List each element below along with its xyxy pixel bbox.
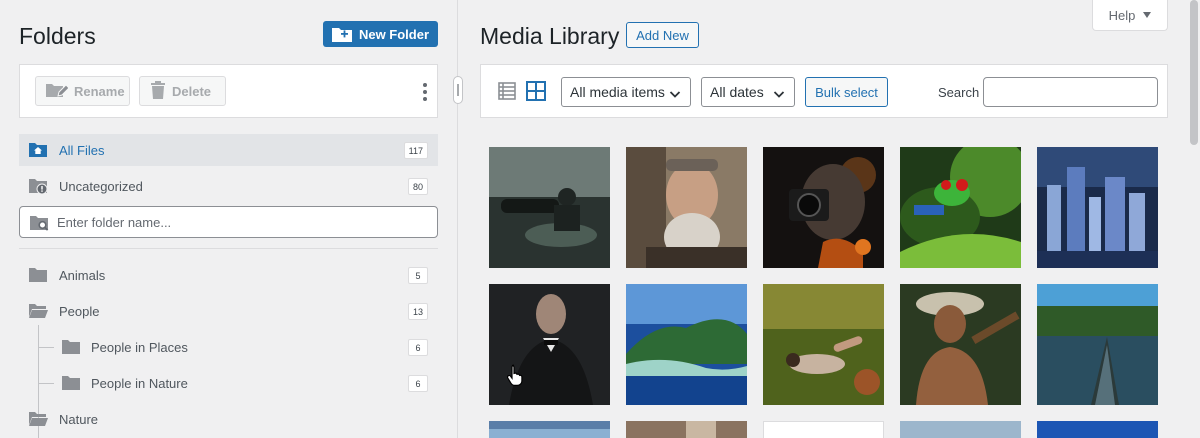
- rename-button[interactable]: Rename: [35, 76, 130, 106]
- media-thumbnail[interactable]: [626, 421, 747, 438]
- media-thumbnail[interactable]: [763, 284, 884, 405]
- folder-item-nature[interactable]: Nature: [19, 403, 438, 435]
- media-toolbar: All media items All dates Bulk select Se…: [480, 64, 1168, 118]
- folder-open-icon: [29, 411, 48, 429]
- folders-title: Folders: [19, 23, 96, 49]
- grid-view-icon[interactable]: [526, 81, 546, 106]
- folder-label: All Files: [59, 142, 105, 158]
- folder-item-animals[interactable]: Animals 5: [19, 259, 438, 291]
- folder-label: Animals: [59, 267, 106, 283]
- folder-label: People: [59, 303, 100, 319]
- media-thumbnail[interactable]: [1037, 284, 1158, 405]
- chevron-down-icon: [773, 87, 785, 103]
- scrollbar[interactable]: [1188, 0, 1200, 438]
- divider: [19, 248, 438, 249]
- select-value: All dates: [710, 84, 764, 100]
- folder-search-icon: [30, 215, 49, 236]
- folder-label: People in Nature: [91, 375, 188, 391]
- media-thumbnail[interactable]: [1037, 421, 1158, 438]
- folder-item-people[interactable]: People 13: [19, 295, 438, 327]
- trash-icon: [150, 80, 166, 102]
- bulk-select-button[interactable]: Bulk select: [805, 77, 888, 107]
- count-badge: 5: [408, 267, 428, 284]
- count-badge: 6: [408, 375, 428, 392]
- rename-label: Rename: [74, 83, 125, 99]
- add-new-button[interactable]: Add New: [626, 22, 699, 48]
- date-select[interactable]: All dates: [701, 77, 795, 107]
- edit-folder-icon: [46, 82, 70, 101]
- search-input[interactable]: [983, 77, 1158, 107]
- new-folder-button[interactable]: New Folder: [323, 21, 438, 47]
- search-label: Search: [938, 85, 980, 100]
- folder-plus-icon: [331, 26, 352, 42]
- panel-resize-handle[interactable]: [453, 76, 463, 104]
- delete-label: Delete: [172, 83, 212, 99]
- select-value: All media items: [570, 84, 665, 100]
- caret-down-icon: [1143, 12, 1152, 18]
- folder-item-uncategorized[interactable]: Uncategorized 80: [19, 170, 438, 202]
- folder-icon: [29, 267, 47, 285]
- media-thumbnail[interactable]: [1037, 147, 1158, 268]
- media-thumbnail[interactable]: [626, 147, 747, 268]
- chevron-down-icon: [669, 87, 681, 103]
- list-view-icon[interactable]: [498, 82, 516, 105]
- media-thumbnail[interactable]: [489, 421, 610, 438]
- page-title: Media Library: [480, 23, 620, 49]
- media-thumbnail[interactable]: [489, 147, 610, 268]
- delete-button[interactable]: Delete: [139, 76, 226, 106]
- media-thumbnail[interactable]: [900, 421, 1021, 438]
- count-badge: 80: [407, 178, 428, 195]
- folders-panel: Folders New Folder Rename Delete All Fil…: [0, 0, 458, 438]
- more-options-icon[interactable]: [423, 83, 427, 101]
- media-thumbnail[interactable]: [626, 284, 747, 405]
- count-badge: 13: [407, 303, 428, 320]
- help-button[interactable]: Help: [1092, 0, 1168, 31]
- folder-item-all-files[interactable]: All Files 117: [19, 134, 438, 166]
- new-folder-label: New Folder: [358, 26, 430, 42]
- folder-icon: [62, 375, 80, 393]
- folder-name-input[interactable]: [57, 207, 427, 237]
- folder-item-people-in-places[interactable]: People in Places 6: [19, 331, 438, 363]
- media-type-select[interactable]: All media items: [561, 77, 691, 107]
- scrollbar-thumb[interactable]: [1190, 0, 1198, 145]
- media-thumbnail[interactable]: [900, 284, 1021, 405]
- folder-open-icon: [29, 303, 48, 321]
- folder-item-people-in-nature[interactable]: People in Nature 6: [19, 367, 438, 399]
- folder-toolbar: Rename Delete: [19, 64, 438, 118]
- media-thumbnail[interactable]: [763, 421, 884, 438]
- media-thumbnail[interactable]: [763, 147, 884, 268]
- folder-label: Uncategorized: [59, 178, 143, 194]
- folder-icon: [62, 339, 80, 357]
- home-folder-icon: [29, 142, 47, 160]
- folder-label: People in Places: [91, 339, 188, 355]
- media-thumbnail[interactable]: [900, 147, 1021, 268]
- folder-name-field[interactable]: [19, 206, 438, 238]
- hand-cursor-icon: [506, 364, 525, 391]
- count-badge: 6: [408, 339, 428, 356]
- folder-label: Nature: [59, 411, 99, 427]
- uncategorized-folder-icon: [29, 178, 48, 197]
- help-label: Help: [1108, 7, 1136, 23]
- count-badge: 117: [403, 142, 428, 159]
